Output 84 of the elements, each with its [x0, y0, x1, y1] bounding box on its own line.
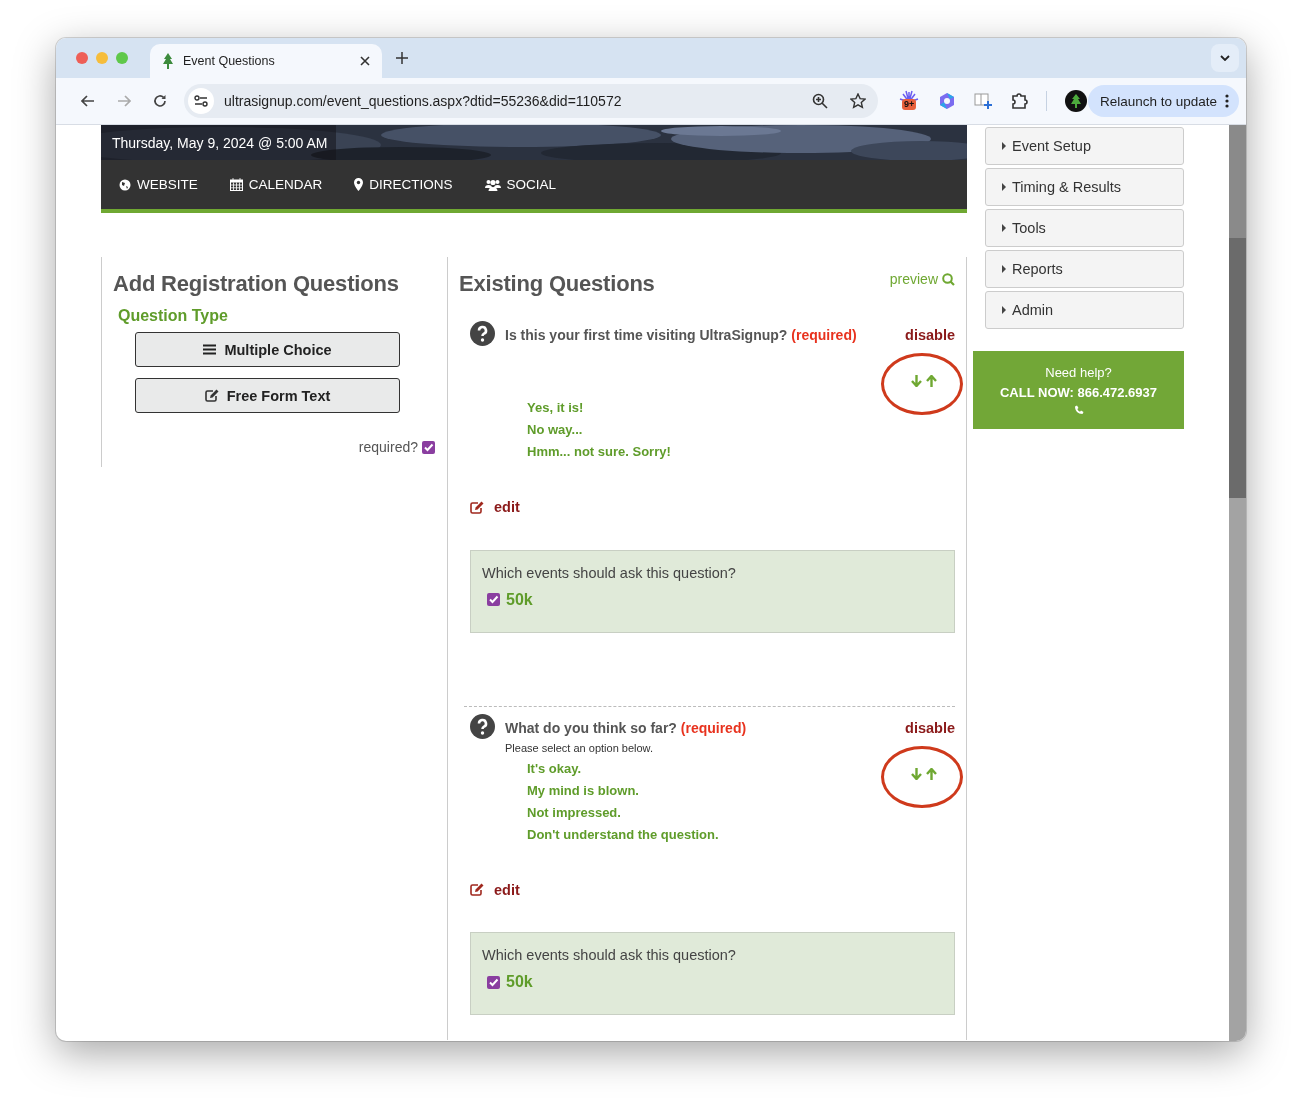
question-type-button[interactable]: Free Form Text [135, 378, 400, 413]
sidebar-menu-item[interactable]: Timing & Results [985, 168, 1184, 206]
tab-list-button[interactable] [1211, 44, 1239, 72]
reload-icon[interactable] [153, 94, 167, 108]
answer-option: Don't understand the question. [527, 823, 911, 846]
arrow-up-icon[interactable] [926, 375, 937, 387]
more-icon [1225, 94, 1229, 108]
nav-link[interactable]: CALENDAR [229, 177, 323, 192]
nav-link[interactable]: WEBSITE [119, 177, 198, 192]
nav-link[interactable]: DIRECTIONS [354, 177, 453, 192]
chevron-down-icon [1220, 55, 1230, 61]
phone-number: CALL NOW: 866.472.6937 [999, 385, 1157, 400]
browser-tab[interactable]: Event Questions [150, 44, 382, 78]
sidebar-menu-item[interactable]: Reports [985, 250, 1184, 288]
caret-icon [1002, 183, 1006, 191]
disable-link[interactable]: disable [905, 713, 955, 736]
profile-avatar[interactable] [1065, 90, 1087, 112]
location-pin-icon [354, 178, 364, 191]
events-prompt: Which events should ask this question? [482, 564, 737, 581]
star-icon[interactable] [850, 93, 866, 109]
checkbox[interactable] [487, 975, 500, 989]
tree-icon [162, 53, 174, 69]
required-label: required? [358, 439, 418, 455]
new-tab-icon[interactable] [396, 52, 408, 64]
events-prompt: Which events should ask this question? [482, 947, 737, 963]
help-title: Need help? [1045, 365, 1112, 380]
event-label: 50k [506, 973, 533, 991]
answer-option: Not impressed. [527, 801, 911, 824]
relaunch-button[interactable]: Relaunch to update [1087, 85, 1239, 117]
answer-option: No way... [527, 419, 911, 441]
site-settings-icon[interactable] [188, 88, 214, 114]
people-icon [484, 178, 501, 191]
screenshot-icon[interactable] [974, 92, 992, 110]
url-text: ultrasignup.com/event_questions.aspx?dtid=55236&did=110572 [224, 93, 623, 109]
caret-icon [1002, 142, 1006, 150]
back-icon[interactable] [81, 95, 95, 107]
address-bar[interactable]: ultrasignup.com/event_questions.aspx?dtid=55236&did=110572 [184, 84, 878, 118]
caret-icon [1002, 306, 1006, 314]
calendar-icon [229, 178, 243, 191]
answer-option: It's okay. [527, 757, 911, 780]
checkbox[interactable] [487, 593, 500, 606]
answer-option: My mind is blown. [527, 779, 911, 802]
question-type-button[interactable]: Multiple Choice [135, 332, 400, 367]
section-label: Question Type [118, 307, 229, 325]
close-window-icon[interactable] [76, 52, 88, 64]
panel-title: Existing Questions [459, 271, 655, 297]
sidebar-menu-item[interactable]: Event Setup [985, 127, 1184, 165]
sidebar-menu-item[interactable]: Admin [985, 291, 1184, 329]
help-icon [470, 713, 495, 739]
arrow-down-icon[interactable] [911, 767, 922, 780]
answer-option: Hmm... not sure. Sorry! [527, 441, 911, 463]
phone-icon [1073, 405, 1084, 415]
puzzle-icon[interactable] [1010, 92, 1028, 110]
edit-icon [470, 883, 484, 896]
question-text: Is this your first time visiting UltraSignup? (required) [505, 326, 858, 343]
zoom-icon[interactable] [812, 93, 828, 109]
search-icon [942, 272, 955, 286]
caret-icon [1002, 224, 1006, 232]
nav-link[interactable]: SOCIAL [484, 177, 557, 192]
edit-icon [204, 389, 219, 402]
question-text: What do you think so far? (required) [505, 718, 748, 736]
help-icon [470, 321, 495, 346]
disable-link[interactable]: disable [905, 321, 955, 343]
arrow-up-icon[interactable] [926, 767, 937, 780]
caret-icon [1002, 265, 1006, 273]
checkbox[interactable] [422, 440, 435, 454]
list-icon [203, 344, 217, 355]
event-date: Thursday, May 9, 2024 @ 5:00 AM [101, 125, 336, 160]
panel-title: Add Registration Questions [113, 271, 400, 297]
notification-badge: 9+ [902, 99, 917, 110]
close-icon[interactable] [360, 56, 370, 66]
scrollbar-thumb[interactable] [1229, 238, 1246, 498]
edit-link[interactable]: edit [470, 881, 520, 898]
answer-option: Yes, it is! [527, 397, 911, 419]
sidebar-menu-item[interactable]: Tools [985, 209, 1184, 247]
edit-link[interactable]: edit [470, 499, 520, 515]
tab-title: Event Questions [183, 54, 276, 68]
edit-icon [470, 500, 484, 514]
ring-logo-icon[interactable] [938, 92, 956, 110]
event-label: 50k [506, 590, 533, 609]
question-hint: Please select an option below. [505, 741, 654, 754]
arrow-down-icon[interactable] [911, 375, 922, 387]
scrollbar[interactable] [1229, 125, 1246, 1041]
globe-icon [119, 178, 131, 191]
